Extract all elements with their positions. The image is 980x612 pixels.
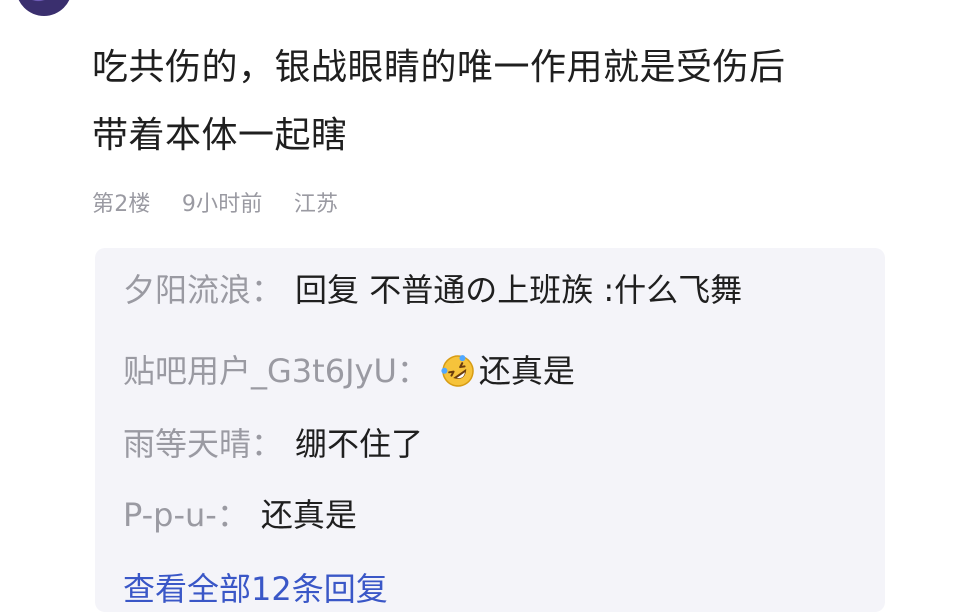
post-meta: 第2楼 9小时前 江苏 xyxy=(92,186,350,218)
post-time: 9小时前 xyxy=(181,192,263,217)
post-text-line-1: 吃共伤的，银战眼睛的唯一作用就是受伤后 xyxy=(92,47,786,88)
reply-text: 绷不住了 xyxy=(295,425,424,463)
reply-list: 夕阳流浪： 回复 不普通の上班族 :什么飞舞 贴吧用户_G3t6JyU： 还真是 … xyxy=(95,248,885,612)
reply-item[interactable]: 贴吧用户_G3t6JyU： 还真是 xyxy=(123,351,575,391)
reply-text: 还真是 xyxy=(478,352,575,390)
reply-item[interactable]: 夕阳流浪： 回复 不普通の上班族 :什么飞舞 xyxy=(123,270,742,310)
reply-username[interactable]: 雨等天晴 xyxy=(123,425,251,463)
post-location: 江苏 xyxy=(293,192,339,217)
reply-separator: ： xyxy=(216,496,249,534)
reply-username[interactable]: 夕阳流浪 xyxy=(123,271,251,309)
floor-label: 第2楼 xyxy=(92,192,151,217)
reply-text: 还真是 xyxy=(260,496,357,534)
avatar[interactable] xyxy=(16,0,72,16)
reply-separator: ： xyxy=(396,352,429,390)
view-all-replies-link[interactable]: 查看全部12条回复 xyxy=(123,564,388,610)
post-content: 吃共伤的，银战眼睛的唯一作用就是受伤后 带着本体一起瞎 xyxy=(92,34,892,170)
rolling-on-floor-laughing-icon xyxy=(441,354,475,388)
reply-username[interactable]: P-p-u- xyxy=(123,496,217,534)
reply-username[interactable]: 贴吧用户_G3t6JyU xyxy=(123,352,397,390)
reply-item[interactable]: P-p-u-： 还真是 xyxy=(123,495,357,535)
reply-separator: ： xyxy=(251,425,284,463)
post-text-line-2: 带着本体一起瞎 xyxy=(92,115,348,156)
reply-separator: ： xyxy=(251,271,284,309)
reply-text: 回复 不普通の上班族 :什么飞舞 xyxy=(295,271,743,309)
reply-item[interactable]: 雨等天晴： 绷不住了 xyxy=(123,424,423,464)
